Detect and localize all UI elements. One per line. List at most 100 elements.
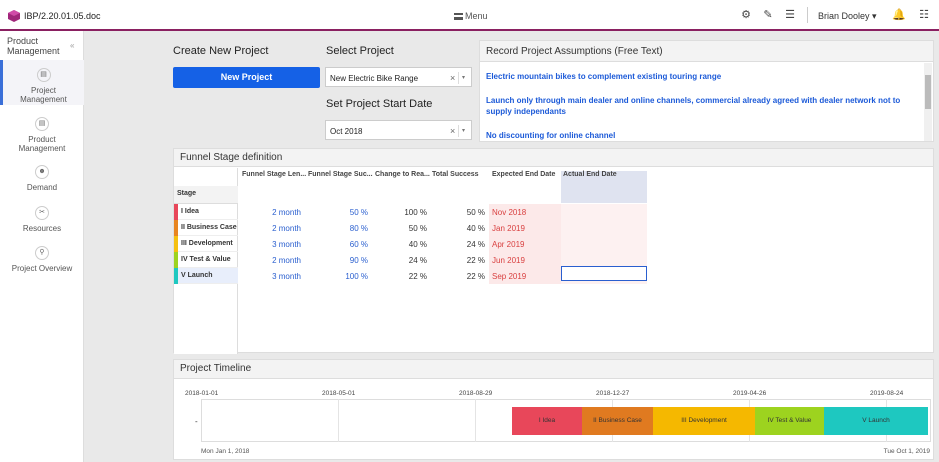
collapse-sidebar-icon[interactable]: « xyxy=(70,41,74,50)
clear-date-icon[interactable]: × xyxy=(450,126,455,136)
sidebar-item-product-management[interactable]: ▤ Product Management xyxy=(0,117,84,153)
stage-length-cell[interactable]: 2 month xyxy=(244,256,301,265)
actual-date-cell[interactable] xyxy=(561,204,647,220)
total-success-cell: 22 % xyxy=(466,272,485,281)
column-header[interactable]: Actual End Date xyxy=(563,171,617,178)
change-to-reach-cell: 100 % xyxy=(404,208,427,217)
start-date-heading: Set Project Start Date xyxy=(326,98,433,110)
stage-row[interactable]: I Idea xyxy=(174,204,238,220)
stage-color-bar xyxy=(174,252,178,268)
timeline-tick: 2019-08-24 xyxy=(870,390,904,397)
assumption-text[interactable]: Electric mountain bikes to complement ex… xyxy=(486,71,921,82)
project-select[interactable]: New Electric Bike Range × ▾ xyxy=(325,67,472,87)
bell-icon[interactable]: 🔔 xyxy=(892,9,906,21)
stage-name: II Business Case xyxy=(181,224,237,231)
stage-length-cell[interactable]: 2 month xyxy=(244,224,301,233)
expected-end-date-cell: Apr 2019 xyxy=(492,240,525,249)
stage-success-cell[interactable]: 100 % xyxy=(308,272,368,281)
stage-header: Stage xyxy=(174,186,238,204)
actual-end-date-input[interactable] xyxy=(561,266,647,281)
timeline-end-label: Tue Oct 1, 2019 xyxy=(883,448,930,455)
change-to-reach-cell: 22 % xyxy=(408,272,427,281)
assumption-text[interactable]: Launch only through main dealer and onli… xyxy=(486,95,921,117)
assumptions-heading: Record Project Assumptions (Free Text) xyxy=(480,41,933,62)
sidebar-item-resources[interactable]: ✂ Resources xyxy=(0,206,84,233)
stage-name: IV Test & Value xyxy=(181,256,231,263)
gear-icon[interactable]: ⚙ xyxy=(740,9,752,21)
scrollbar-thumb[interactable] xyxy=(925,75,931,109)
stage-length-cell[interactable]: 3 month xyxy=(244,272,301,281)
clear-project-icon[interactable]: × xyxy=(450,73,455,83)
top-bar: IBP/2.20.01.05.doc Menu ⚙ ✎ ☰ Brian Dool… xyxy=(0,0,939,31)
timeline-tick: 2018-08-29 xyxy=(459,390,493,397)
column-header[interactable]: Funnel Stage Suc... xyxy=(308,171,373,178)
actual-date-cell[interactable] xyxy=(561,220,647,236)
column-header[interactable]: Total Success xyxy=(432,171,479,178)
list-icon[interactable]: ☰ xyxy=(784,9,796,21)
stage-length-cell[interactable]: 3 month xyxy=(244,240,301,249)
document-icon: ▤ xyxy=(35,117,49,131)
timeline-row-label: - xyxy=(195,417,198,426)
stage-row[interactable]: II Business Case xyxy=(174,220,238,236)
tools-icon: ✂ xyxy=(35,206,49,220)
timeline-bar[interactable]: V Launch xyxy=(824,407,928,435)
timeline-bar[interactable]: II Business Case xyxy=(582,407,653,435)
sidebar-item-demand[interactable]: ☻ Demand xyxy=(0,165,84,192)
user-menu[interactable]: Brian Dooley ▾ xyxy=(818,11,877,22)
funnel-panel: Funnel Stage definition Stage Funnel Sta… xyxy=(173,148,934,354)
timeline-bar[interactable]: I Idea xyxy=(512,407,582,435)
project-select-value: New Electric Bike Range xyxy=(330,74,419,83)
assumption-text[interactable]: No discounting for online channel xyxy=(486,130,921,141)
stage-color-bar xyxy=(174,268,178,284)
magnifier-icon: ⚲ xyxy=(35,246,49,260)
timeline-bar[interactable]: III Development xyxy=(653,407,755,435)
start-date-value: Oct 2018 xyxy=(330,127,363,136)
column-header[interactable]: Expected End Date xyxy=(492,171,555,178)
sidebar-item-project-management[interactable]: ▤ Project Management xyxy=(0,60,84,105)
sidebar-item-label: Product Management xyxy=(18,135,66,153)
select-divider xyxy=(458,125,459,137)
chevron-down-icon[interactable]: ▾ xyxy=(462,74,465,81)
stage-success-cell[interactable]: 50 % xyxy=(308,208,368,217)
change-to-reach-cell: 40 % xyxy=(408,240,427,249)
timeline-panel: Project Timeline 2018-01-01 2018-05-01 2… xyxy=(173,359,934,460)
timeline-heading: Project Timeline xyxy=(174,360,933,379)
stage-row[interactable]: V Launch xyxy=(174,268,238,284)
sidebar-item-label: Resources xyxy=(22,224,62,233)
chevron-down-icon[interactable]: ▾ xyxy=(462,127,465,134)
timeline-tick: 2018-05-01 xyxy=(322,390,356,397)
document-icon: ▤ xyxy=(36,68,51,82)
expected-end-date-cell: Jan 2019 xyxy=(492,224,525,233)
expected-end-date-cell: Nov 2018 xyxy=(492,208,527,217)
column-header[interactable]: Funnel Stage Len... xyxy=(242,171,306,178)
settings-menu-icon[interactable]: ☷ xyxy=(918,9,930,21)
change-to-reach-cell: 50 % xyxy=(408,224,427,233)
start-date-select[interactable]: Oct 2018 × ▾ xyxy=(325,120,472,140)
expected-end-date-cell: Jun 2019 xyxy=(492,256,525,265)
stage-success-cell[interactable]: 60 % xyxy=(308,240,368,249)
timeline-bar[interactable]: IV Test & Value xyxy=(755,407,824,435)
hamburger-icon xyxy=(454,13,463,20)
stage-color-bar xyxy=(174,220,178,236)
stage-color-bar xyxy=(174,204,178,220)
expected-end-date-cell: Sep 2019 xyxy=(492,272,527,281)
select-project-heading: Select Project xyxy=(326,45,394,57)
pencil-icon[interactable]: ✎ xyxy=(762,9,774,21)
total-success-cell: 22 % xyxy=(466,256,485,265)
stage-length-cell[interactable]: 2 month xyxy=(244,208,301,217)
stage-row[interactable]: IV Test & Value xyxy=(174,252,238,268)
menu-button[interactable]: Menu xyxy=(454,11,488,21)
stage-name: V Launch xyxy=(181,272,213,279)
timeline-tick: 2019-04-26 xyxy=(733,390,767,397)
sidebar-item-project-overview[interactable]: ⚲ Project Overview xyxy=(0,246,84,273)
timeline-gridline xyxy=(475,399,476,442)
timeline-start-label: Mon Jan 1, 2018 xyxy=(201,448,250,455)
actual-date-cell[interactable] xyxy=(561,236,647,252)
assumptions-scrollbar[interactable] xyxy=(924,63,932,141)
column-header[interactable]: Change to Rea... xyxy=(375,171,430,178)
stage-success-cell[interactable]: 90 % xyxy=(308,256,368,265)
stage-success-cell[interactable]: 80 % xyxy=(308,224,368,233)
total-success-cell: 40 % xyxy=(466,224,485,233)
new-project-button[interactable]: New Project xyxy=(173,67,320,88)
stage-row[interactable]: III Development xyxy=(174,236,238,252)
